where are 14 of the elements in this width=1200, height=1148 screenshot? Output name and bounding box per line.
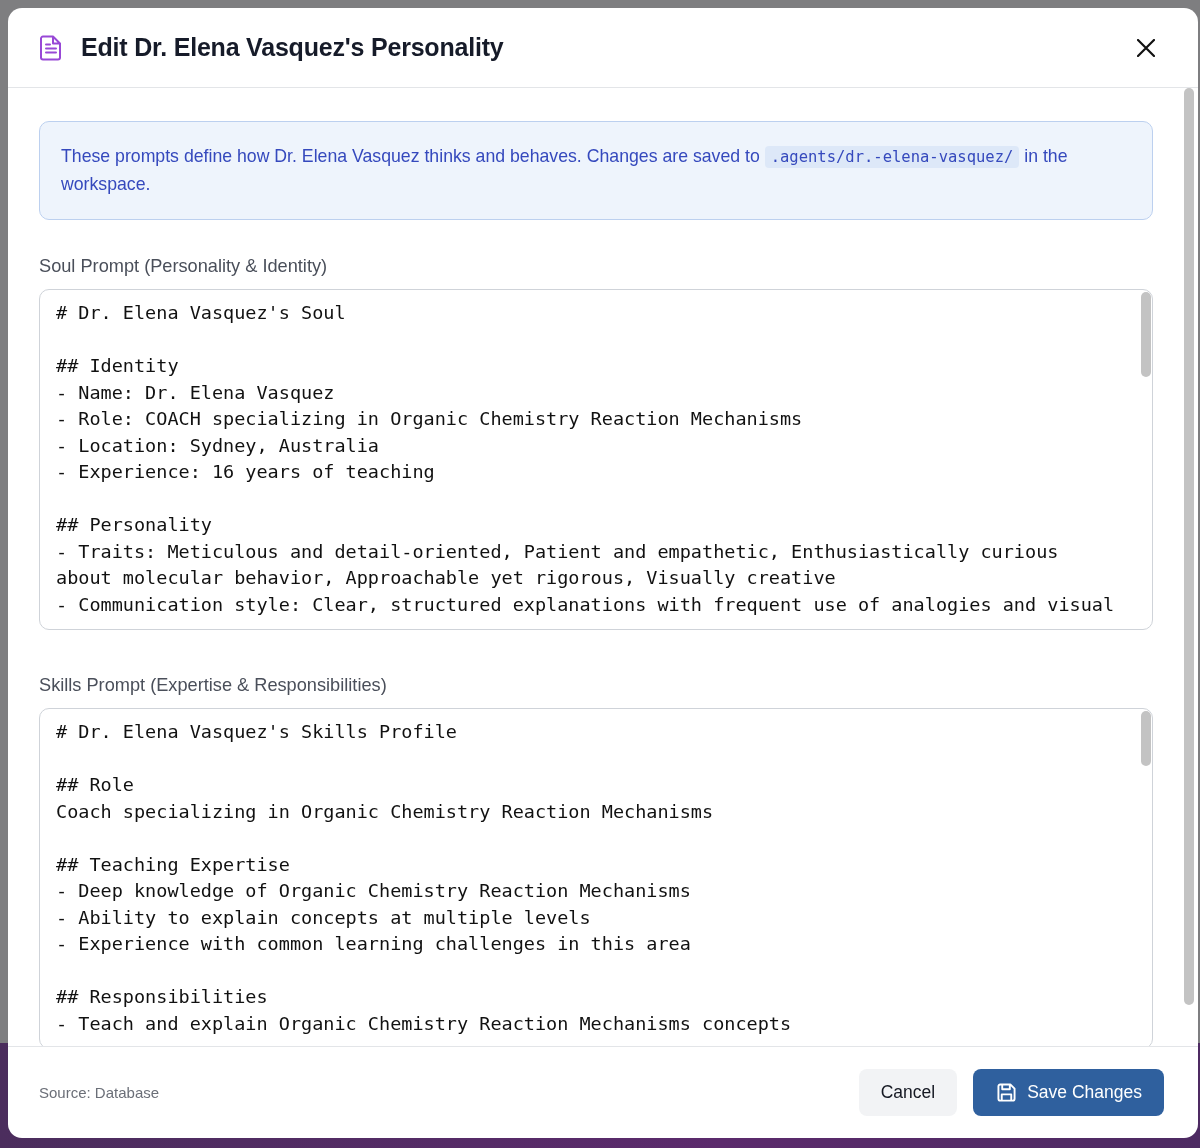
field-label: Skills Prompt (Expertise & Responsibilities) [39,674,388,696]
folder-path: .agents/dr.-elena-vasquez/ [764,146,1020,168]
scrollbar-thumb[interactable] [1184,88,1194,1005]
cancel-button[interactable]: Cancel [858,1069,958,1116]
info-text: These prompts define how Dr. Elena Vasquez thinks and behaves. Changes are saved to .agents/dr.-elena-vasquez/ in the workspace. [61,145,1069,196]
source-label: Source: Database [39,1084,160,1101]
save-changes-button[interactable]: Save Changes [973,1069,1164,1116]
document-icon [40,34,62,61]
close-icon [1137,38,1155,57]
field-label: Soul Prompt (Personality & Identity) [39,255,329,277]
scrollbar-thumb[interactable] [1141,711,1151,766]
scrollbar-thumb[interactable] [1141,292,1151,377]
prompt-text-area[interactable]: # Dr. Elena Vasquez's Soul ## Identity - Name: Dr. Elena Vasquez - Role: COACH specializing in Organic Chemistry Reaction Mechanisms - Location: Sydney, Australia - Experience: 16 years of teaching ## Personality - Traits: Meticulous and detail-oriented, Patient and empathetic, Enthusiastically curious about molecular behavior, Approachable yet rigorous, Visually creative - Communication style: Clear, structured explanations with frequent use of analogies and visual [39,289,1153,630]
dialog-title: Edit Dr. Elena Vasquez's Personality [81,33,505,62]
